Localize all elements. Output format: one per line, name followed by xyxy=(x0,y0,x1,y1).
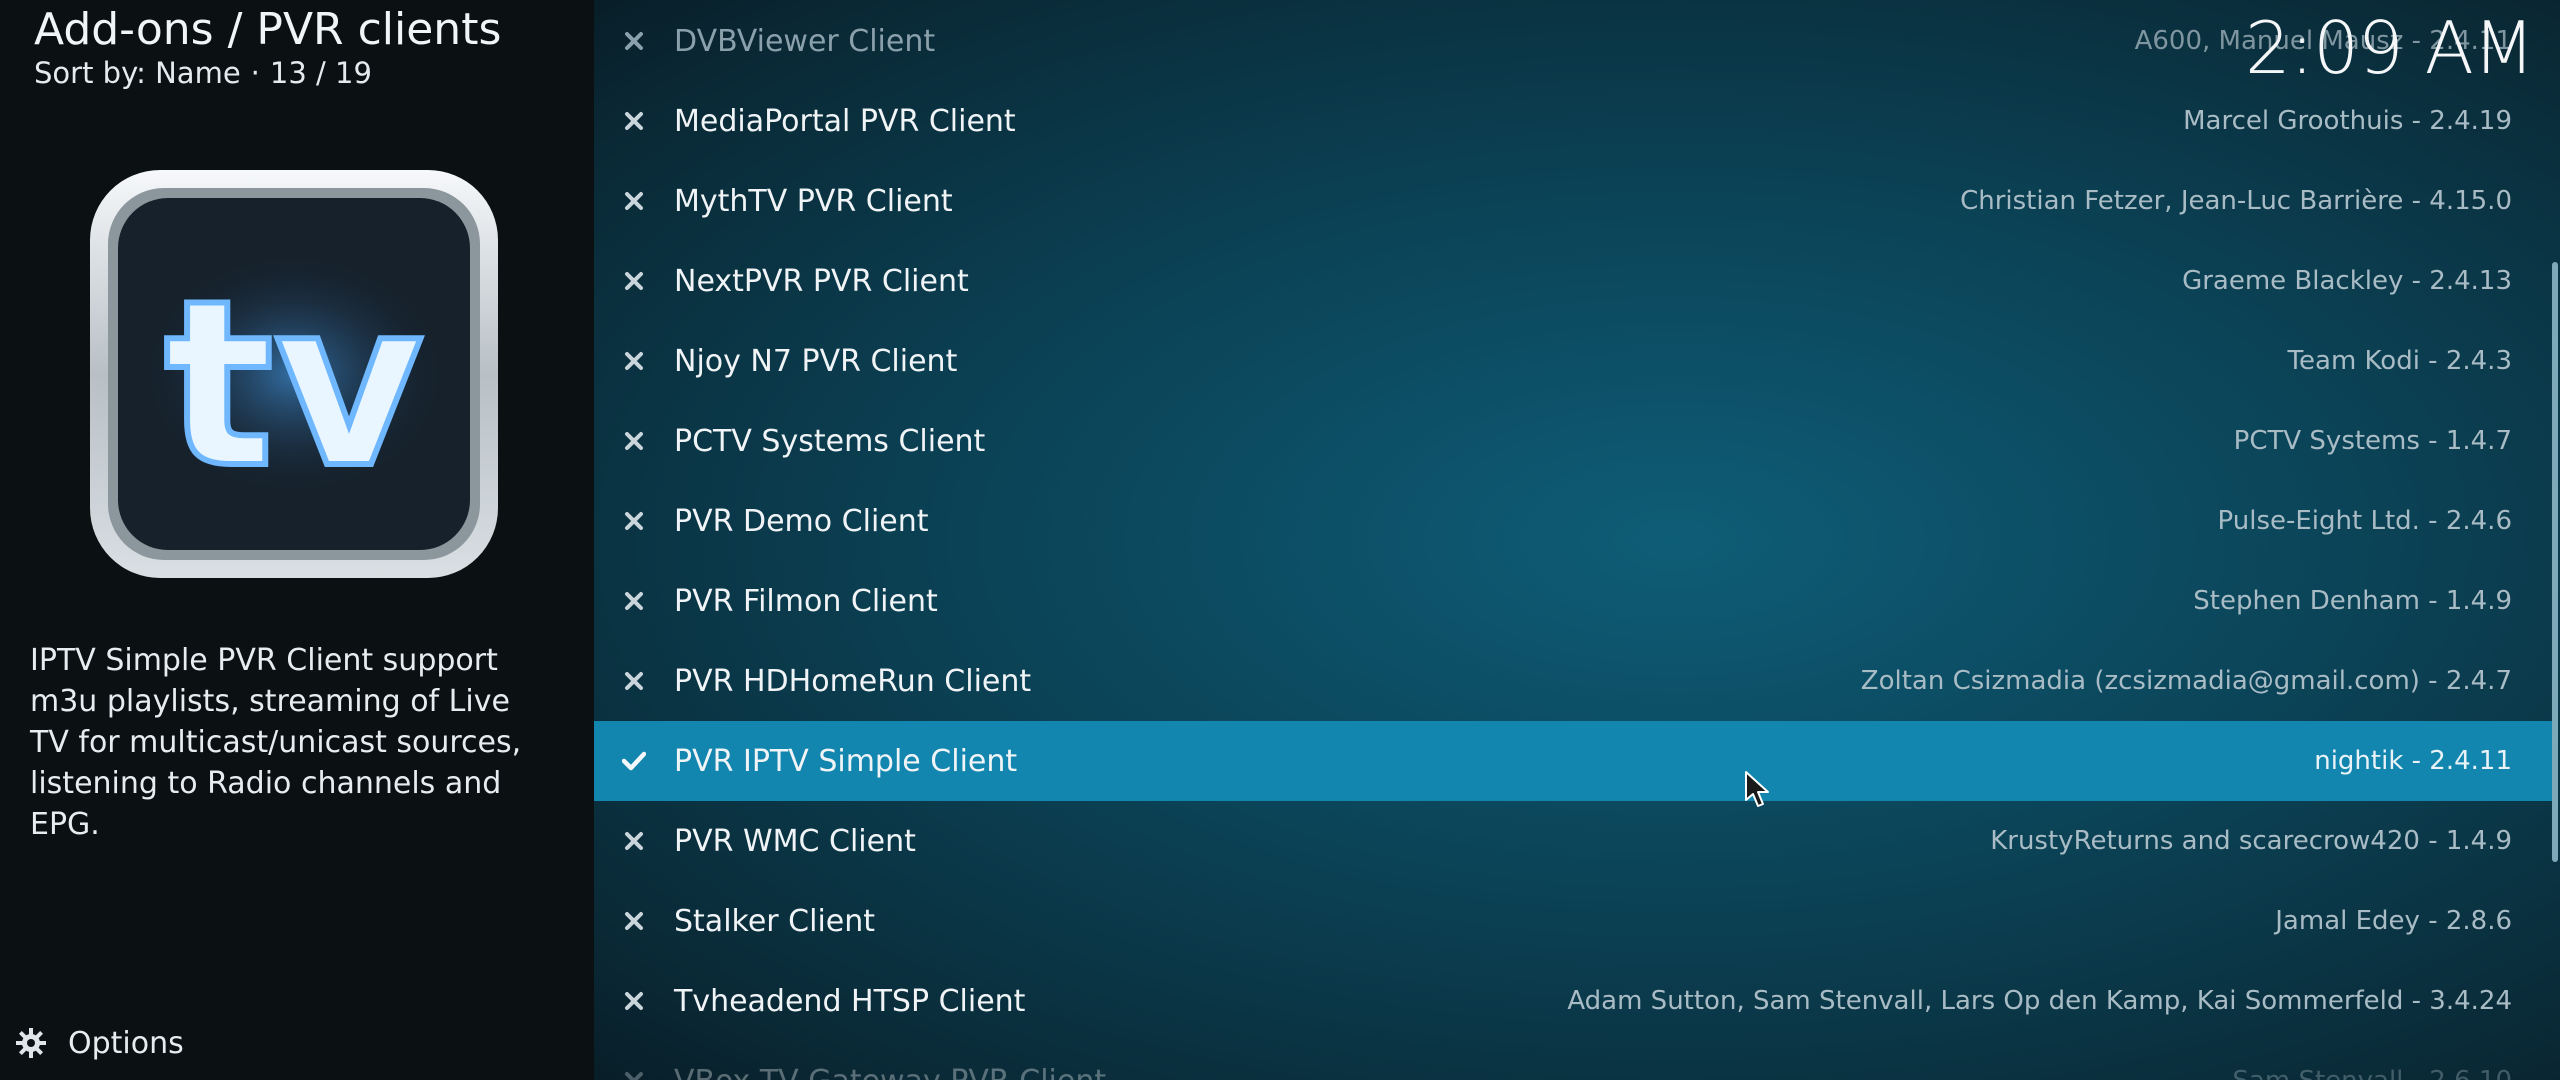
addon-author-version: Pulse-Eight Ltd. - 2.4.6 xyxy=(2217,506,2512,536)
addon-author-version: Stephen Denham - 1.4.9 xyxy=(2193,586,2512,616)
logo-text: tv xyxy=(164,252,424,519)
x-mark-icon xyxy=(594,191,674,211)
addon-name: NextPVR PVR Client xyxy=(674,263,969,299)
page-title: Add-ons / PVR clients xyxy=(34,4,502,55)
addon-author-version: nightik - 2.4.11 xyxy=(2314,746,2512,776)
list-item[interactable]: PVR HDHomeRun Client Zoltan Csizmadia (z… xyxy=(594,641,2552,721)
addon-name: PVR Filmon Client xyxy=(674,583,938,619)
options-label: Options xyxy=(68,1025,184,1061)
list-item[interactable]: PVR WMC Client KrustyReturns and scarecr… xyxy=(594,801,2552,881)
addon-name: DVBViewer Client xyxy=(674,23,936,59)
addon-author-version: Team Kodi - 2.4.3 xyxy=(2287,346,2512,376)
addon-name: PVR WMC Client xyxy=(674,823,916,859)
options-button[interactable]: Options xyxy=(14,1022,184,1064)
x-mark-icon xyxy=(594,831,674,851)
x-mark-icon xyxy=(594,671,674,691)
addon-author-version: Zoltan Csizmadia (zcsizmadia@gmail.com) … xyxy=(1860,666,2512,696)
addon-author-version: Christian Fetzer, Jean-Luc Barrière - 4.… xyxy=(1960,186,2512,216)
list-item[interactable]: MythTV PVR Client Christian Fetzer, Jean… xyxy=(594,161,2552,241)
list-item[interactable]: NextPVR PVR Client Graeme Blackley - 2.4… xyxy=(594,241,2552,321)
x-mark-icon xyxy=(594,431,674,451)
list-item[interactable]: PCTV Systems Client PCTV Systems - 1.4.7 xyxy=(594,401,2552,481)
addon-author-version: Adam Sutton, Sam Stenvall, Lars Op den K… xyxy=(1567,986,2512,1016)
addon-name: PCTV Systems Client xyxy=(674,423,986,459)
x-mark-icon xyxy=(594,511,674,531)
addon-name: Stalker Client xyxy=(674,903,876,939)
x-mark-icon xyxy=(594,271,674,291)
addon-name: PVR IPTV Simple Client xyxy=(674,743,1018,779)
checkmark-icon xyxy=(594,751,674,771)
x-mark-icon xyxy=(594,1071,674,1080)
x-mark-icon xyxy=(594,911,674,931)
clock: 2:09 AM xyxy=(2245,6,2535,90)
list-item[interactable]: Tvheadend HTSP Client Adam Sutton, Sam S… xyxy=(594,961,2552,1041)
addon-description: IPTV Simple PVR Client support m3u playl… xyxy=(30,643,522,842)
info-panel: Add-ons / PVR clients Sort by: Name · 13 /… xyxy=(0,0,594,1080)
list-item[interactable]: VBox TV Gateway PVR Client Sam Stenvall … xyxy=(594,1041,2552,1080)
addon-name: PVR Demo Client xyxy=(674,503,929,539)
list-item[interactable]: PVR Demo Client Pulse-Eight Ltd. - 2.4.6 xyxy=(594,481,2552,561)
addon-name: VBox TV Gateway PVR Client xyxy=(674,1064,2232,1080)
addon-name: Njoy N7 PVR Client xyxy=(674,343,958,379)
x-mark-icon xyxy=(594,31,674,51)
list-item[interactable]: MediaPortal PVR Client Marcel Groothuis … xyxy=(594,81,2552,161)
addon-author-version: Sam Stenvall - 2.6.10 xyxy=(2232,1066,2552,1080)
list-item-selected[interactable]: PVR IPTV Simple Client nightik - 2.4.11 xyxy=(594,721,2552,801)
addon-name: Tvheadend HTSP Client xyxy=(674,983,1026,1019)
kodi-addon-browser: Add-ons / PVR clients Sort by: Name · 13 /… xyxy=(0,0,2560,1080)
gear-icon xyxy=(16,1028,46,1058)
addon-author-version: Graeme Blackley - 2.4.13 xyxy=(2182,266,2512,296)
addon-author-version: Marcel Groothuis - 2.4.19 xyxy=(2183,106,2512,136)
separator-dot: · xyxy=(250,56,260,90)
addon-list[interactable]: DVBViewer Client A600, Manuel Mausz - 2.… xyxy=(594,0,2560,1080)
list-position: 13 / 19 xyxy=(269,56,372,90)
addon-name: PVR HDHomeRun Client xyxy=(674,663,1032,699)
addon-author-version: Jamal Edey - 2.8.6 xyxy=(2275,906,2512,936)
sort-label[interactable]: Sort by: Name xyxy=(34,56,241,90)
list-scrollbar[interactable] xyxy=(2552,262,2558,862)
sort-and-position: Sort by: Name · 13 / 19 xyxy=(34,56,372,90)
x-mark-icon xyxy=(594,591,674,611)
addon-name: MythTV PVR Client xyxy=(674,183,953,219)
addon-logo: tv xyxy=(88,168,500,580)
list-item[interactable]: Njoy N7 PVR Client Team Kodi - 2.4.3 xyxy=(594,321,2552,401)
mouse-pointer-icon xyxy=(1744,770,1772,814)
addon-name: MediaPortal PVR Client xyxy=(674,103,1016,139)
list-item[interactable]: PVR Filmon Client Stephen Denham - 1.4.9 xyxy=(594,561,2552,641)
list-item[interactable]: Stalker Client Jamal Edey - 2.8.6 xyxy=(594,881,2552,961)
tv-logo-icon: tv xyxy=(90,170,498,578)
addon-author-version: KrustyReturns and scarecrow420 - 1.4.9 xyxy=(1990,826,2512,856)
x-mark-icon xyxy=(594,111,674,131)
x-mark-icon xyxy=(594,351,674,371)
addon-author-version: PCTV Systems - 1.4.7 xyxy=(2233,426,2512,456)
x-mark-icon xyxy=(594,991,674,1011)
